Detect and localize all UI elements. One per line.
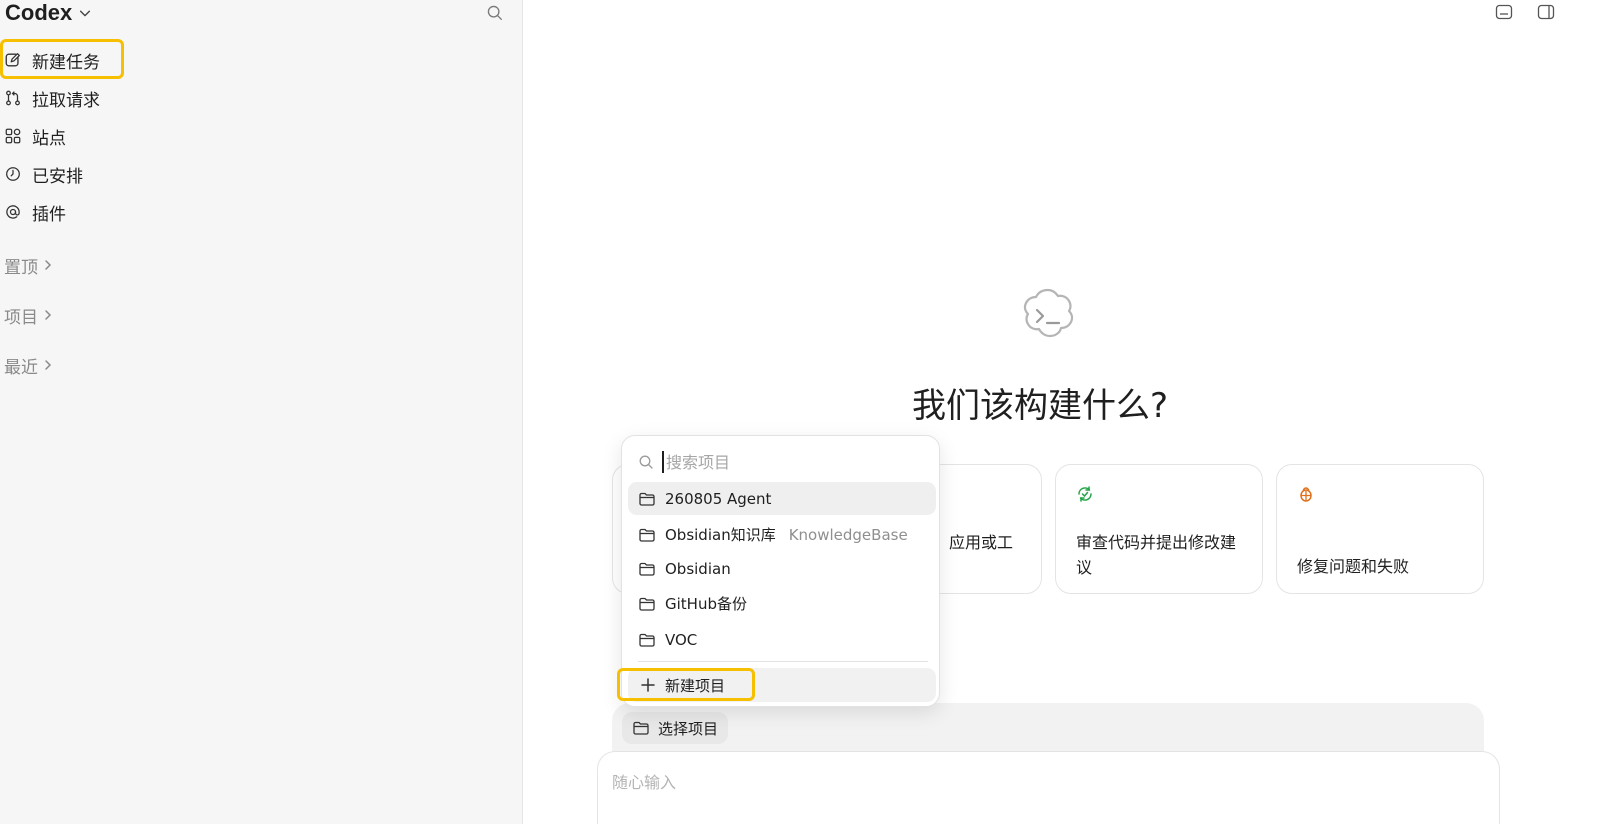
bug-icon [1300,487,1312,502]
section-recent[interactable]: 最近 [4,353,54,378]
folder-icon [639,492,655,506]
pull-request-icon [6,90,20,106]
choose-project-label: 选择项目 [658,719,719,738]
section-pinned[interactable]: 置顶 [4,253,54,278]
prompt-input[interactable] [612,770,1472,794]
new-project-highlight [617,668,755,701]
card-label: 应用或工 [949,533,1014,552]
review-icon [1078,486,1092,502]
chevron-right-icon [45,260,52,270]
sidebar: Codex 新建任务 拉取请求 站点 已安排 插件 置顶 项目 最近 [0,0,523,824]
chevron-right-icon [45,360,52,370]
app-name: Codex [5,0,73,25]
nav-scheduled[interactable]: 已安排 [4,161,83,187]
side-panel-icon[interactable] [1537,3,1555,21]
nav-new-task[interactable]: 新建任务 [4,47,100,73]
project-name: 260805 Agent [665,489,772,508]
nav-label: 站点 [32,128,66,149]
project-name: GitHub备份 [665,595,747,613]
at-icon [6,205,20,219]
project-name: VOC [665,630,698,649]
codex-logo-icon [1023,288,1074,338]
section-projects[interactable]: 项目 [4,303,54,328]
edit-icon [5,53,20,67]
nav-pull-requests[interactable]: 拉取请求 [4,85,100,111]
project-name: Obsidian知识库 [665,526,776,544]
project-search-input[interactable] [662,451,912,473]
search-icon[interactable] [486,4,504,22]
suggestion-card-fix[interactable]: 修复问题和失败 [1276,464,1484,594]
dropdown-divider [638,661,928,662]
project-option[interactable]: Obsidian知识库 KnowledgeBase [628,518,936,551]
nav-label: 插件 [32,204,66,225]
chevron-down-icon [80,10,91,17]
section-label: 项目 [4,307,38,328]
project-name: Obsidian [665,559,731,578]
grid-icon [5,128,21,144]
section-label: 最近 [4,357,38,378]
folder-icon [639,562,655,576]
project-path: KnowledgeBase [788,525,908,544]
nav-label: 已安排 [32,166,83,187]
card-label: 修复问题和失败 [1297,557,1410,576]
nav-plugins[interactable]: 插件 [4,199,66,225]
folder-icon [633,721,649,735]
card-label: 审查代码并提出修改建议 [1076,533,1237,577]
choose-project-button[interactable]: 选择项目 [622,712,729,744]
composer-box [597,751,1500,824]
suggestion-card-review[interactable]: 审查代码并提出修改建议 [1055,464,1263,594]
nav-label: 新建任务 [32,52,100,73]
terminal-panel-icon[interactable] [1495,3,1513,21]
project-dropdown: 260805 Agent Obsidian知识库 KnowledgeBase O… [621,435,940,707]
folder-icon [639,528,655,542]
search-icon [639,455,653,469]
folder-icon [639,633,655,647]
project-option[interactable]: GitHub备份 [628,587,936,620]
clock-icon [6,167,20,181]
app-switcher[interactable]: Codex [5,0,92,26]
section-label: 置顶 [4,257,38,278]
project-option[interactable]: Obsidian [628,552,936,585]
nav-sites[interactable]: 站点 [4,123,66,149]
folder-icon [639,597,655,611]
project-search [638,450,928,474]
chevron-right-icon [45,310,52,320]
project-option[interactable]: VOC [628,623,936,656]
nav-label: 拉取请求 [32,90,100,111]
project-option[interactable]: 260805 Agent [628,482,936,515]
page-headline: 我们该构建什么? [911,386,1169,426]
